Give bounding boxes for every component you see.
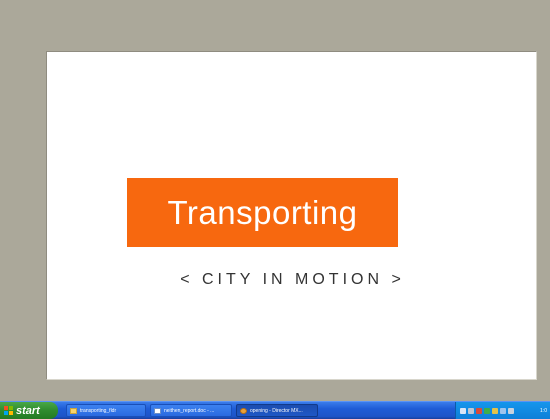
taskbar-button-director[interactable]: opening - Director MX... bbox=[236, 404, 318, 417]
start-button[interactable]: start bbox=[0, 402, 58, 419]
taskbar-button-folder[interactable]: transporting_fldr bbox=[66, 404, 146, 417]
taskbar: start transporting_fldr neithen_report.d… bbox=[0, 401, 550, 419]
usb-icon[interactable] bbox=[508, 407, 514, 414]
task-label: transporting_fldr bbox=[80, 407, 117, 414]
word-doc-icon bbox=[154, 407, 161, 414]
start-label: start bbox=[16, 404, 40, 417]
messenger-icon[interactable] bbox=[484, 407, 490, 414]
task-label: opening - Director MX... bbox=[250, 407, 303, 414]
slide-canvas: Transporting < CITY IN MOTION > bbox=[46, 51, 537, 380]
taskbar-button-word-doc[interactable]: neithen_report.doc - ... bbox=[150, 404, 232, 417]
folder-icon bbox=[70, 407, 77, 414]
shield-icon[interactable] bbox=[476, 407, 482, 414]
antivirus-icon[interactable] bbox=[492, 407, 498, 414]
update-icon[interactable] bbox=[500, 407, 506, 414]
slide-title: Transporting bbox=[167, 193, 358, 231]
windows-logo-icon bbox=[4, 406, 13, 415]
task-label: neithen_report.doc - ... bbox=[164, 407, 215, 414]
system-tray: 1:0 bbox=[455, 402, 550, 419]
director-icon bbox=[240, 407, 247, 414]
clock[interactable]: 1:0 bbox=[540, 408, 550, 414]
title-banner: Transporting bbox=[127, 178, 398, 247]
slide-subtitle: < CITY IN MOTION > bbox=[180, 271, 405, 288]
network-icon[interactable] bbox=[460, 407, 466, 414]
speaker-icon[interactable] bbox=[468, 407, 474, 414]
